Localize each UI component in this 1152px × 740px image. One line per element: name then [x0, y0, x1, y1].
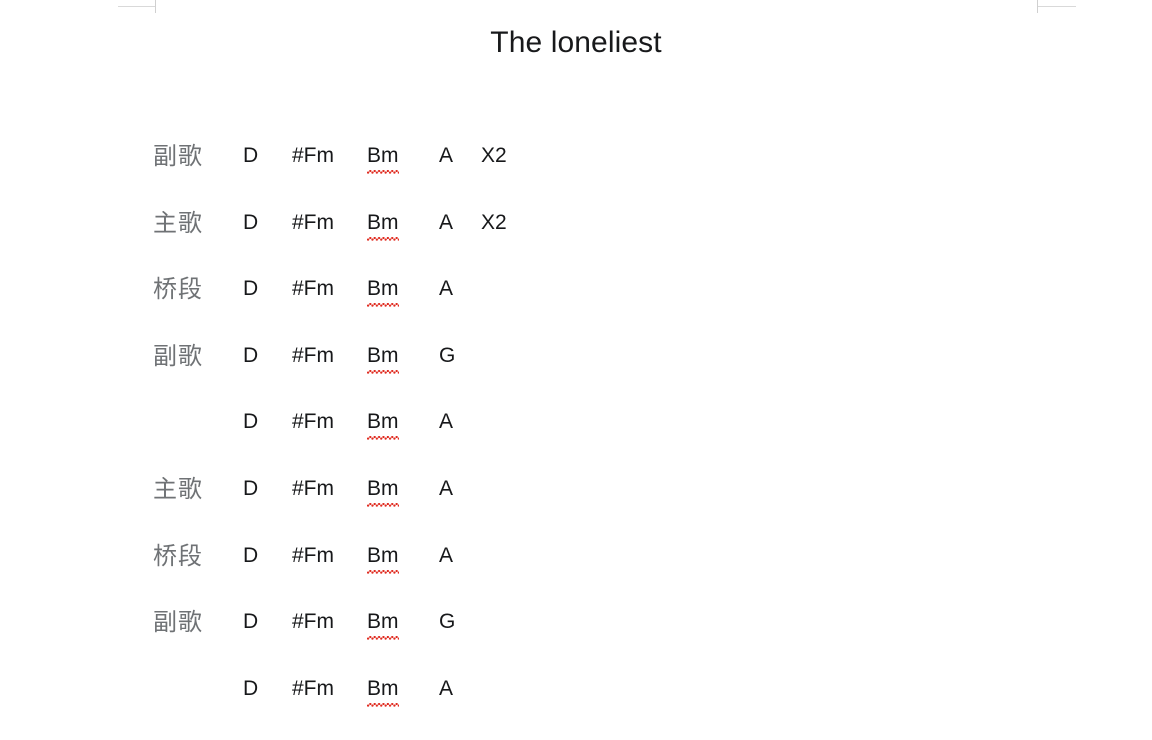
repeat-marker: X2	[481, 144, 507, 167]
chord-cell-3: Bm	[367, 341, 399, 374]
chord-cell-4: A	[439, 210, 454, 234]
spellcheck-underlined-text: Bm	[367, 274, 399, 308]
chord-chart: 副歌 D #Fm Bm A X2 主歌 D #Fm Bm A X2 桥段 D #Fm Bm A 副歌 D #Fm Bm G…	[0, 141, 1152, 740]
chord-cell-4: A	[439, 144, 454, 167]
chord-cell-3: Bm	[367, 274, 399, 308]
chord-cell-2: #Fm	[292, 543, 334, 567]
chord-row: 主歌 D #Fm Bm A X2	[0, 208, 1152, 275]
chord-cell-3: Bm	[367, 208, 399, 241]
chord-cell-2: #Fm	[292, 676, 334, 700]
chord-row: 主歌 D #Fm Bm A	[0, 474, 1152, 541]
chord-cell-4: G	[439, 610, 456, 634]
spellcheck-underlined-text: Bm	[367, 674, 399, 707]
chord-cell-4: A	[439, 543, 454, 567]
chord-cell-3: Bm	[367, 474, 399, 507]
chord-cell-2: #Fm	[292, 210, 334, 234]
section-label: 主歌	[153, 208, 203, 237]
chord-cell-1: D	[243, 476, 259, 500]
chord-cell-3: Bm	[367, 607, 399, 641]
chord-row: D #Fm Bm A	[0, 674, 1152, 740]
spellcheck-underlined-text: Bm	[367, 341, 399, 374]
chord-cell-4: A	[439, 277, 454, 301]
chord-cell-1: D	[243, 676, 259, 700]
spellcheck-underlined-text: Bm	[367, 607, 399, 641]
section-label: 副歌	[153, 341, 203, 370]
spellcheck-underlined-text: Bm	[367, 208, 399, 241]
chord-cell-4: G	[439, 343, 456, 367]
section-label: 主歌	[153, 474, 203, 503]
margin-marker-vertical-tick	[155, 0, 156, 13]
margin-marker-horizontal-line	[1038, 6, 1076, 7]
chord-cell-1: D	[243, 410, 259, 434]
chord-cell-4: A	[439, 476, 454, 500]
chord-cell-2: #Fm	[292, 277, 334, 301]
chord-cell-2: #Fm	[292, 144, 334, 167]
section-label: 桥段	[153, 541, 203, 570]
document-title: The loneliest	[490, 26, 662, 59]
repeat-marker: X2	[481, 210, 507, 234]
section-label: 副歌	[153, 142, 203, 170]
spellcheck-underlined-text: Bm	[367, 407, 399, 441]
chord-cell-1: D	[243, 277, 259, 301]
chord-cell-2: #Fm	[292, 343, 334, 367]
chord-cell-2: #Fm	[292, 476, 334, 500]
chord-row: 桥段 D #Fm Bm A	[0, 274, 1152, 341]
spellcheck-underlined-text: Bm	[367, 541, 399, 574]
chord-cell-4: A	[439, 676, 454, 700]
section-label: 桥段	[153, 275, 203, 304]
chord-cell-2: #Fm	[292, 410, 334, 434]
spellcheck-underlined-text: Bm	[367, 141, 399, 174]
section-label: 副歌	[153, 608, 203, 637]
chord-row: 副歌 D #Fm Bm G	[0, 341, 1152, 408]
chord-cell-1: D	[243, 543, 259, 567]
margin-marker-horizontal-line	[118, 6, 156, 7]
chord-cell-3: Bm	[367, 674, 399, 707]
chord-cell-1: D	[243, 610, 259, 634]
spellcheck-underlined-text: Bm	[367, 474, 399, 507]
chord-cell-1: D	[243, 343, 259, 367]
chord-row: D #Fm Bm A	[0, 407, 1152, 474]
chord-cell-3: Bm	[367, 141, 399, 174]
chord-cell-3: Bm	[367, 541, 399, 574]
chord-row: 副歌 D #Fm Bm A X2	[0, 141, 1152, 208]
chord-row: 副歌 D #Fm Bm G	[0, 607, 1152, 674]
chord-row: 桥段 D #Fm Bm A	[0, 541, 1152, 608]
margin-marker-vertical-tick	[1037, 0, 1038, 13]
chord-cell-1: D	[243, 144, 259, 167]
chord-cell-1: D	[243, 210, 259, 234]
chord-cell-3: Bm	[367, 407, 399, 441]
chord-cell-4: A	[439, 410, 454, 434]
chord-cell-2: #Fm	[292, 610, 334, 634]
